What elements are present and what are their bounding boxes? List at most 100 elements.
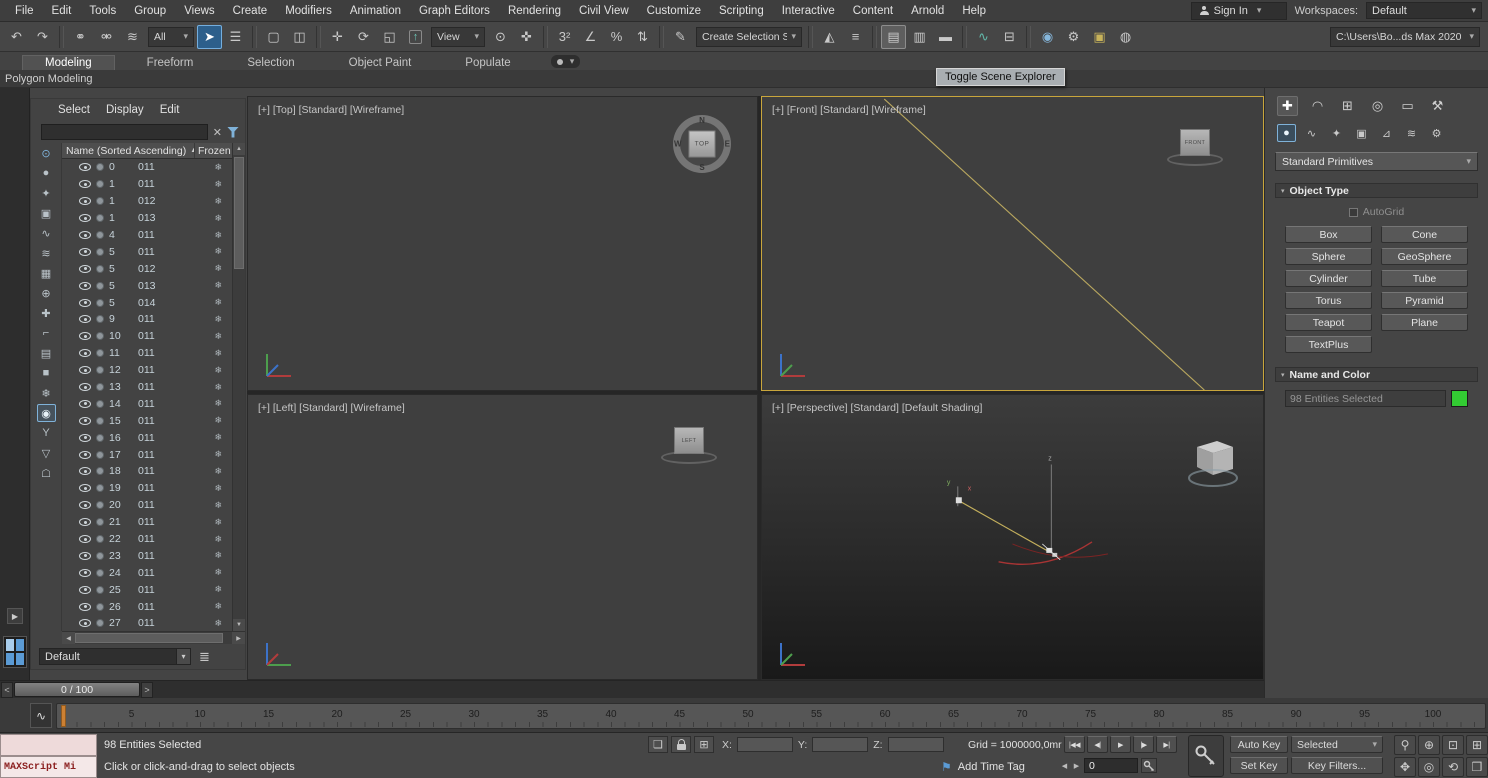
display-helpers-icon[interactable]: ✚ <box>37 304 56 322</box>
compass-east[interactable]: E <box>725 140 730 149</box>
select-by-name-icon[interactable]: ☰ <box>223 25 248 49</box>
frozen-icon[interactable]: ❄ <box>214 179 232 190</box>
menu-help[interactable]: Help <box>953 3 995 19</box>
frozen-icon[interactable]: ❄ <box>214 280 232 291</box>
scene-explorer-row[interactable]: 13011❄ <box>62 379 232 396</box>
rendered-frame-window-icon[interactable]: ▣ <box>1087 25 1112 49</box>
compass-west[interactable]: W <box>674 140 682 149</box>
selection-filter-dropdown[interactable]: All▾ <box>148 27 194 47</box>
chevron-down-icon[interactable]: ▾ <box>176 649 190 664</box>
scene-explorer-row[interactable]: 15011❄ <box>62 412 232 429</box>
current-frame-marker[interactable] <box>61 705 66 727</box>
display-bones-icon[interactable]: ⌐ <box>37 324 56 342</box>
viewcube-mini[interactable]: LEFT <box>659 427 719 464</box>
utilities-tab[interactable]: ⚒ <box>1427 96 1448 116</box>
visibility-eye-icon[interactable] <box>79 400 91 408</box>
frozen-icon[interactable]: ❄ <box>214 500 232 511</box>
ribbon-tab-object-paint[interactable]: Object Paint <box>327 56 434 70</box>
pick-parent-icon[interactable]: ☖ <box>37 464 56 482</box>
render-dot-icon[interactable] <box>96 603 104 611</box>
material-editor-icon[interactable]: ◉ <box>1035 25 1060 49</box>
ribbon-tab-populate[interactable]: Populate <box>443 56 532 70</box>
viewcube-face[interactable]: FRONT <box>1180 129 1210 156</box>
vertical-scrollbar[interactable]: ▲ ▼ <box>232 143 245 631</box>
viewport-label[interactable]: [+] [Left] [Standard] [Wireframe] <box>258 402 405 414</box>
scene-explorer-row[interactable]: 9011❄ <box>62 311 232 328</box>
frozen-icon[interactable]: ❄ <box>214 348 232 359</box>
auto-key-button[interactable]: Auto Key <box>1230 736 1288 753</box>
render-dot-icon[interactable] <box>96 180 104 188</box>
frozen-icon[interactable]: ❄ <box>214 213 232 224</box>
menu-select[interactable]: Select <box>58 104 90 116</box>
display-geometry-icon[interactable]: ● <box>37 164 56 182</box>
search-input[interactable] <box>41 124 208 140</box>
frozen-icon[interactable]: ❄ <box>214 618 232 629</box>
frozen-icon[interactable]: ❄ <box>214 162 232 173</box>
spinner-snap-toggle-icon[interactable]: ⇅ <box>630 25 655 49</box>
scene-explorer-row[interactable]: 19011❄ <box>62 480 232 497</box>
explorer-name-dropdown[interactable]: Default ▾ <box>39 648 191 665</box>
frozen-icon[interactable]: ❄ <box>214 382 232 393</box>
next-frame-button[interactable]: |▶ <box>1133 736 1154 753</box>
previous-frame-icon[interactable]: < <box>1 682 13 698</box>
frozen-icon[interactable]: ❄ <box>214 230 232 241</box>
scene-explorer-row[interactable]: 26011❄ <box>62 598 232 615</box>
helpers-category[interactable]: ⊿ <box>1377 124 1396 142</box>
render-dot-icon[interactable] <box>96 332 104 340</box>
visibility-eye-icon[interactable] <box>79 467 91 475</box>
scene-explorer-row[interactable]: 10011❄ <box>62 328 232 345</box>
select-and-rotate-icon[interactable]: ⟳ <box>351 25 376 49</box>
reference-coordinate-system-dropdown[interactable]: View▾ <box>431 27 485 47</box>
key-filters-button[interactable]: Key Filters... <box>1291 757 1383 774</box>
cameras-category[interactable]: ▣ <box>1352 124 1371 142</box>
frozen-icon[interactable]: ❄ <box>214 196 232 207</box>
visibility-eye-icon[interactable] <box>79 163 91 171</box>
render-dot-icon[interactable] <box>96 265 104 273</box>
scene-explorer-row[interactable]: 27011❄ <box>62 615 232 631</box>
render-production-icon[interactable]: ◍ <box>1113 25 1138 49</box>
angle-snap-toggle-icon[interactable]: ∠ <box>578 25 603 49</box>
use-pivot-point-center-icon[interactable]: ⊙ <box>488 25 513 49</box>
percent-snap-toggle-icon[interactable]: % <box>604 25 629 49</box>
scene-explorer-row[interactable]: 23011❄ <box>62 547 232 564</box>
display-lights-icon[interactable]: ✦ <box>37 184 56 202</box>
x-coordinate-field[interactable] <box>737 737 793 752</box>
scene-explorer-row[interactable]: 18011❄ <box>62 463 232 480</box>
render-dot-icon[interactable] <box>96 467 104 475</box>
select-object-icon[interactable]: ➤ <box>197 25 222 49</box>
zoom-extents-all-icon[interactable]: ⊞ <box>1466 735 1488 755</box>
unlink-selection-icon[interactable]: ⚮ <box>94 25 119 49</box>
display-groups-icon[interactable]: ▦ <box>37 264 56 282</box>
render-dot-icon[interactable] <box>96 451 104 459</box>
add-time-tag[interactable]: ⚑ Add Time Tag <box>941 760 1025 774</box>
visibility-eye-icon[interactable] <box>79 383 91 391</box>
render-dot-icon[interactable] <box>96 400 104 408</box>
frozen-icon[interactable]: ❄ <box>214 297 232 308</box>
menu-scripting[interactable]: Scripting <box>710 3 773 19</box>
visibility-eye-icon[interactable] <box>79 349 91 357</box>
render-dot-icon[interactable] <box>96 552 104 560</box>
scroll-down-icon[interactable]: ▼ <box>233 619 245 631</box>
show-hidden-objects-icon[interactable]: ◉ <box>37 404 56 422</box>
frozen-icon[interactable]: ❄ <box>214 534 232 545</box>
geometry-category[interactable]: ● <box>1277 124 1296 142</box>
visibility-eye-icon[interactable] <box>79 265 91 273</box>
display-space-warps-icon[interactable]: ≋ <box>37 244 56 262</box>
render-dot-icon[interactable] <box>96 366 104 374</box>
lights-category[interactable]: ✦ <box>1327 124 1346 142</box>
visibility-eye-icon[interactable] <box>79 603 91 611</box>
window-crossing-icon[interactable]: ◫ <box>287 25 312 49</box>
visibility-eye-icon[interactable] <box>79 451 91 459</box>
render-dot-icon[interactable] <box>96 501 104 509</box>
visibility-eye-icon[interactable] <box>79 180 91 188</box>
key-mode-icon[interactable] <box>1141 758 1157 773</box>
menu-edit[interactable]: Edit <box>160 104 180 116</box>
object-color-swatch[interactable] <box>1451 390 1468 407</box>
menu-graph-editors[interactable]: Graph Editors <box>410 3 499 19</box>
visibility-eye-icon[interactable] <box>79 484 91 492</box>
frozen-icon[interactable]: ❄ <box>214 365 232 376</box>
viewport-left[interactable]: [+] [Left] [Standard] [Wireframe] LEFT <box>247 394 758 680</box>
visibility-eye-icon[interactable] <box>79 586 91 594</box>
ribbon-config-icon[interactable]: ▾ <box>551 55 581 68</box>
visibility-eye-icon[interactable] <box>79 518 91 526</box>
